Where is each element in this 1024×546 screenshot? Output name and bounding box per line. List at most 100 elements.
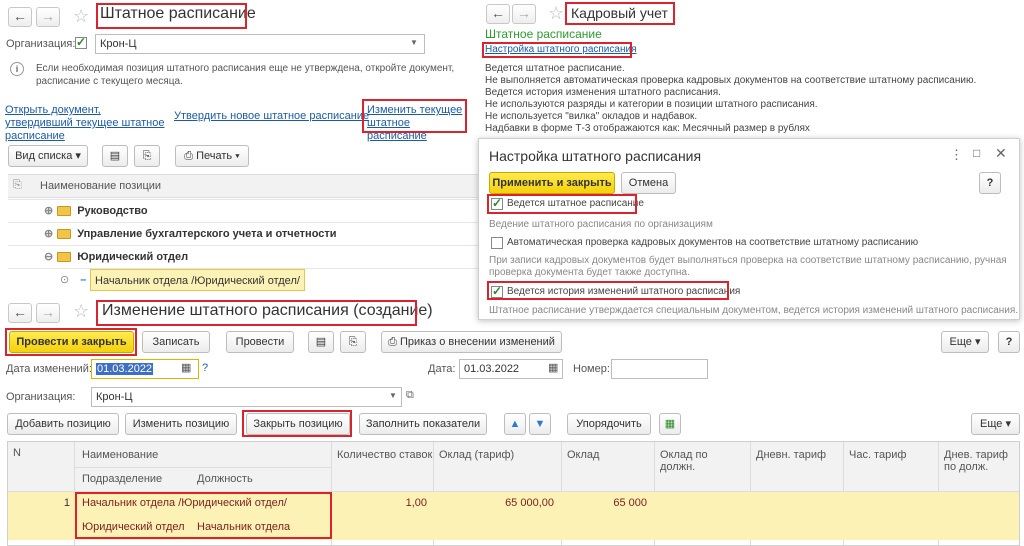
sort-button[interactable]: Упорядочить — [567, 413, 651, 435]
history-checkbox[interactable] — [491, 284, 503, 298]
expand-icon[interactable]: ⊕ — [44, 228, 53, 240]
column-hour-tariff: Час. тариф — [849, 449, 907, 461]
org-input[interactable]: Крон-Ц — [91, 387, 402, 407]
forward-arrow-icon[interactable]: → — [512, 4, 536, 24]
org-label: Организация: — [6, 391, 76, 403]
add-position-button[interactable]: Добавить позицию — [7, 413, 119, 435]
fill-indicators-button[interactable]: Заполнить показатели — [359, 413, 487, 435]
open-icon[interactable]: ⧉ — [406, 389, 414, 402]
document-title: Изменение штатного расписания (создание) — [102, 302, 433, 319]
column-day-tariff: Дневн. тариф — [756, 449, 827, 461]
calendar-icon[interactable]: ▦ — [181, 361, 191, 374]
attach-icon[interactable]: ⎘ — [134, 145, 160, 167]
org-label: Организация: — [6, 38, 76, 50]
more-icon[interactable]: ⋮ — [950, 147, 963, 163]
change-current-link[interactable]: Изменить текущее штатное расписание — [367, 104, 467, 143]
row-name[interactable]: Начальник отдела /Юридический отдел/ — [82, 497, 287, 509]
column-department: Подразделение — [82, 473, 163, 485]
maximize-icon[interactable]: □ — [973, 146, 980, 160]
forward-arrow-icon[interactable]: → — [36, 303, 60, 323]
attach-icon[interactable]: ⎘ — [340, 331, 366, 353]
back-arrow-icon[interactable]: ← — [486, 4, 510, 24]
change-order-button[interactable]: ⎙ Приказ о внесении изменений — [381, 331, 562, 353]
tree-row[interactable]: ⊙ – Начальник отдела /Юридический отдел/ — [8, 268, 478, 291]
row-department[interactable]: Юридический отдел — [82, 521, 185, 533]
info-text: Если необходимая позиция штатного распис… — [36, 63, 455, 87]
row-number: 1 — [63, 497, 70, 509]
edit-position-button[interactable]: Изменить позицию — [125, 413, 237, 435]
open-approving-doc-link[interactable]: Открыть документ, утвердивший текущее шт… — [5, 104, 165, 143]
column-salary-tariff: Оклад (тариф) — [439, 449, 515, 461]
move-up-icon[interactable]: ▲ — [504, 413, 526, 435]
favorite-star-icon[interactable]: ☆ — [548, 3, 564, 24]
info-icon: i — [10, 62, 24, 76]
number-label: Номер: — [573, 363, 610, 375]
favorite-star-icon[interactable]: ☆ — [73, 6, 89, 27]
table-settings-icon[interactable]: ▦ — [659, 413, 681, 435]
print-button[interactable]: ⎙ Печать ▾ — [175, 145, 249, 167]
staffing-enabled-checkbox[interactable] — [491, 196, 503, 210]
date-change-label: Дата изменений: — [6, 363, 92, 375]
folder-icon — [57, 252, 72, 263]
column-quantity: Количество ставок — [337, 449, 433, 461]
column-position: Должность — [197, 473, 253, 485]
favorite-star-icon[interactable]: ☆ — [73, 301, 89, 322]
dropdown-icon[interactable]: ▼ — [389, 391, 397, 400]
auto-check-checkbox[interactable] — [491, 237, 503, 249]
page-title: Штатное расписание — [100, 5, 256, 22]
item-icon: ⊙ — [60, 274, 70, 286]
row-salary-tariff[interactable]: 65 000,00 — [437, 497, 554, 509]
folder-icon — [57, 229, 72, 240]
selected-position[interactable]: Начальник отдела /Юридический отдел/ — [90, 269, 305, 291]
staffing-settings-link[interactable]: Настройка штатного расписания — [485, 44, 636, 55]
cancel-button[interactable]: Отмена — [621, 172, 676, 194]
date-label: Дата: — [428, 363, 456, 375]
post-and-close-button[interactable]: Провести и закрыть — [9, 331, 134, 353]
org-filter-checkbox[interactable] — [75, 35, 87, 49]
row-quantity[interactable]: 1,00 — [335, 497, 427, 509]
history-label: Ведется история изменений штатного распи… — [507, 286, 741, 297]
expand-icon[interactable]: ⊕ — [44, 205, 53, 217]
forward-arrow-icon[interactable]: → — [36, 7, 60, 27]
column-day-tariff-by-position: Днев. тариф по долж. — [944, 449, 1008, 473]
hr-title: Кадровый учет — [571, 5, 668, 21]
help-button[interactable]: ? — [979, 172, 1001, 194]
more-button[interactable]: Еще ▾ — [971, 413, 1020, 435]
document-icon[interactable]: ▤ — [308, 331, 334, 353]
dropdown-icon[interactable]: ▼ — [410, 38, 418, 47]
column-salary: Оклад — [567, 449, 600, 461]
post-button[interactable]: Провести — [226, 331, 294, 353]
tree-row[interactable]: ⊕ Руководство — [8, 199, 478, 222]
number-input[interactable] — [611, 359, 708, 379]
tree-row[interactable]: ⊖ Юридический отдел — [8, 245, 478, 268]
org-input[interactable]: Крон-Ц — [95, 34, 425, 54]
collapse-icon[interactable]: ⊖ — [44, 251, 53, 263]
history-hint: Штатное расписание утверждается специаль… — [489, 305, 1019, 316]
printer-icon: ⎙ — [388, 336, 397, 348]
row-salary[interactable]: 65 000 — [565, 497, 647, 509]
column-name-header: Наименование позиции — [40, 180, 162, 192]
move-down-icon[interactable]: ▼ — [529, 413, 551, 435]
apply-close-button[interactable]: Применить и закрыть — [489, 172, 615, 194]
dialog-title: Настройка штатного расписания — [489, 148, 702, 164]
date-help-icon[interactable]: ? — [202, 362, 208, 374]
attach-column-icon: ⎘ — [13, 179, 22, 191]
position-icon: – — [80, 274, 87, 286]
auto-check-hint: При записи кадровых документов будет вып… — [489, 255, 1007, 278]
back-arrow-icon[interactable]: ← — [8, 7, 32, 27]
save-button[interactable]: Записать — [142, 331, 210, 353]
auto-check-label: Автоматическая проверка кадровых докумен… — [507, 237, 919, 248]
calendar-icon[interactable]: ▦ — [548, 361, 558, 374]
tree-row[interactable]: ⊕ Управление бухгалтерского учета и отчет… — [8, 222, 478, 245]
document-icon[interactable]: ▤ — [102, 145, 128, 167]
view-list-button[interactable]: Вид списка ▾ — [8, 145, 88, 167]
row-position[interactable]: Начальник отдела — [197, 521, 290, 533]
approve-new-link[interactable]: Утвердить новое штатное расписание — [174, 110, 369, 122]
staffing-enabled-label: Ведется штатное расписание — [507, 198, 644, 209]
back-arrow-icon[interactable]: ← — [8, 303, 32, 323]
more-button[interactable]: Еще ▾ — [941, 331, 989, 353]
help-button[interactable]: ? — [998, 331, 1020, 353]
column-salary-by-position: Оклад по должн. — [660, 449, 708, 473]
close-icon[interactable]: ✕ — [995, 145, 1007, 162]
close-position-button[interactable]: Закрыть позицию — [246, 413, 350, 435]
